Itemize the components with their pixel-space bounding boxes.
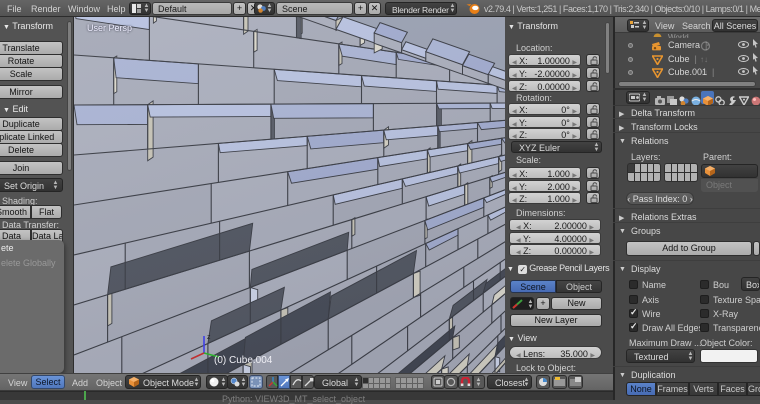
svg-text:z: z	[207, 334, 211, 341]
svg-text:(0) Cube.004: (0) Cube.004	[214, 355, 273, 366]
